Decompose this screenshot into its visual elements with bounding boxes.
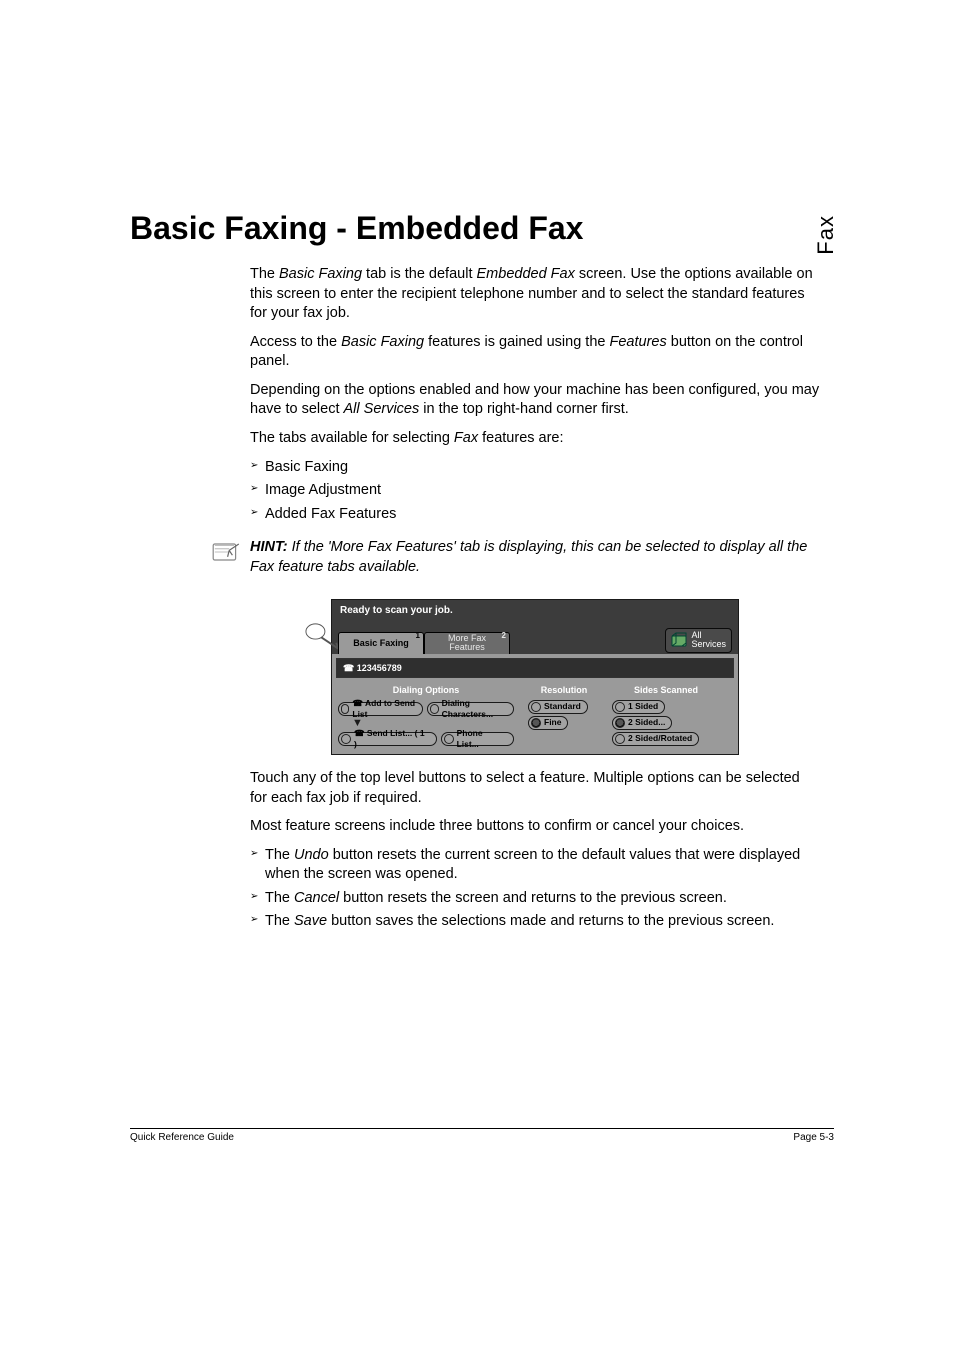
page-title: Basic Faxing - Embedded Fax	[130, 210, 834, 247]
ts-tab-badge: 1	[416, 632, 420, 640]
label: Standard	[544, 701, 581, 712]
text: The	[265, 913, 294, 929]
label: Fine	[544, 717, 561, 728]
hint-icon	[210, 538, 246, 571]
ts-phone-list-button[interactable]: Phone List...	[441, 732, 514, 746]
text-italic: Embedded Fax	[477, 266, 575, 282]
footer-right: Page 5-3	[793, 1132, 834, 1143]
ts-sides-2sided[interactable]: 2 Sided...	[612, 716, 672, 730]
radio-dot-icon	[341, 734, 351, 744]
text: Access to the	[250, 334, 341, 350]
after-paragraph-2: Most feature screens include three butto…	[250, 817, 820, 837]
text-italic: All Services	[344, 401, 420, 417]
intro-paragraph-1: The Basic Faxing tab is the default Embe…	[250, 265, 820, 324]
text: tab is the default	[362, 266, 476, 282]
pointer-callout-icon	[304, 622, 342, 658]
ts-resolution-fine[interactable]: Fine	[528, 716, 568, 730]
ts-all-services-button[interactable]: AllServices	[665, 628, 732, 653]
text-italic: Cancel	[294, 890, 339, 906]
ts-tab-label: More FaxFeatures	[448, 634, 486, 653]
label: Dialing Characters...	[442, 698, 507, 721]
text: The	[265, 890, 294, 906]
intro-paragraph-4: The tabs available for selecting Fax fea…	[250, 429, 820, 449]
intro-paragraph-3: Depending on the options enabled and how…	[250, 381, 820, 420]
radio-dot-icon	[341, 704, 349, 714]
text-italic: Features	[610, 334, 667, 350]
text-italic: Basic Faxing	[341, 334, 424, 350]
label: Phone List...	[457, 728, 507, 751]
text: features are:	[478, 430, 563, 446]
radio-dot-icon	[531, 702, 541, 712]
text: The	[250, 266, 279, 282]
text-italic: Save	[294, 913, 327, 929]
ts-column-title-sides: Sides Scanned	[612, 684, 720, 696]
ts-dialing-characters-button[interactable]: Dialing Characters...	[427, 702, 514, 716]
text-italic: Fax	[454, 430, 478, 446]
touchscreen-screenshot: Ready to scan your job. Basic Faxing 1	[331, 599, 739, 755]
radio-dot-icon	[430, 704, 438, 714]
text-italic: Undo	[294, 847, 329, 863]
text: button resets the current screen to the …	[265, 847, 800, 883]
hint-body: If the 'More Fax Features' tab is displa…	[250, 539, 807, 575]
ts-send-list-button[interactable]: ☎ Send List... ( 1 )	[338, 732, 437, 746]
radio-dot-icon	[615, 702, 625, 712]
hint-text: HINT: If the 'More Fax Features' tab is …	[250, 538, 820, 577]
text: button resets the screen and returns to …	[339, 890, 727, 906]
ts-column-title-resolution: Resolution	[528, 684, 600, 696]
ts-tab-badge: 2	[502, 632, 506, 640]
radio-dot-icon	[531, 718, 541, 728]
intro-paragraph-2: Access to the Basic Faxing features is g…	[250, 333, 820, 372]
list-item: Basic Faxing	[250, 458, 820, 478]
text: in the top right-hand corner first.	[419, 401, 629, 417]
ts-number-input[interactable]: ☎ 123456789	[336, 658, 734, 678]
list-item: Image Adjustment	[250, 481, 820, 501]
footer-left: Quick Reference Guide	[130, 1132, 234, 1143]
ts-tab-label: Basic Faxing	[353, 639, 409, 648]
list-item: The Undo button resets the current scree…	[250, 846, 820, 885]
list-item: The Save button saves the selections mad…	[250, 912, 820, 932]
hint-label: HINT:	[250, 539, 288, 555]
ts-sides-2sided-rotated[interactable]: 2 Sided/Rotated	[612, 732, 699, 746]
label: 1 Sided	[628, 701, 658, 712]
side-tab-label: Fax	[813, 215, 839, 255]
text: button saves the selections made and ret…	[327, 913, 774, 929]
radio-dot-icon	[615, 734, 625, 744]
ts-status-text: Ready to scan your job.	[332, 600, 738, 628]
radio-dot-icon	[615, 718, 625, 728]
ts-all-services-label: AllServices	[691, 631, 726, 650]
label: 2 Sided...	[628, 717, 665, 728]
ts-column-title-dialing: Dialing Options	[336, 684, 516, 696]
text: The	[265, 847, 294, 863]
ts-add-to-send-list-button[interactable]: ☎ Add to Send List	[338, 702, 423, 716]
ts-tab-basic-faxing[interactable]: Basic Faxing 1	[338, 632, 424, 654]
text-italic: Basic Faxing	[279, 266, 362, 282]
label: 2 Sided/Rotated	[628, 733, 692, 744]
ts-resolution-standard[interactable]: Standard	[528, 700, 588, 714]
radio-dot-icon	[444, 734, 454, 744]
label: ☎ Send List... ( 1 )	[354, 728, 430, 751]
list-item: Added Fax Features	[250, 505, 820, 525]
list-item: The Cancel button resets the screen and …	[250, 889, 820, 909]
after-paragraph-1: Touch any of the top level buttons to se…	[250, 769, 820, 808]
text: The tabs available for selecting	[250, 430, 454, 446]
text: features is gained using the	[424, 334, 609, 350]
ts-tab-more-fax-features[interactable]: More FaxFeatures 2	[424, 632, 510, 654]
ts-sides-1sided[interactable]: 1 Sided	[612, 700, 665, 714]
all-services-icon	[671, 632, 687, 648]
